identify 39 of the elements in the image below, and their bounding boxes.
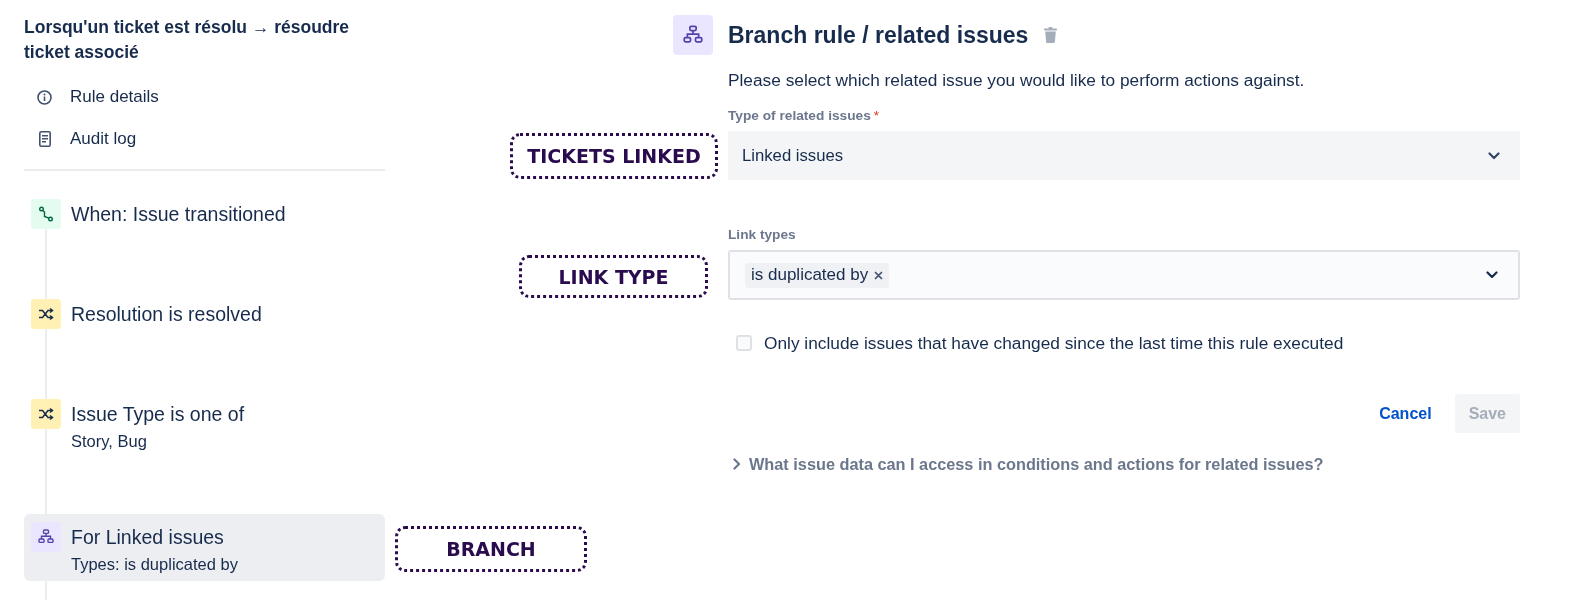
step-title: For Linked issues (71, 525, 225, 550)
remove-icon[interactable] (874, 270, 884, 280)
rule-step[interactable]: When: Issue transitioned (24, 191, 385, 283)
hierarchy-icon (673, 15, 713, 55)
shuffle-icon (31, 399, 61, 429)
checkbox-label: Only include issues that have changed since the last time this rule executed (764, 333, 1344, 353)
sidebar-nav-link[interactable]: Rule details (24, 76, 385, 118)
step-detail: Types: is duplicated by (71, 554, 238, 575)
chevron-down-icon[interactable] (1488, 151, 1500, 160)
step-title: Issue Type is one of (71, 402, 245, 427)
hierarchy-icon (31, 522, 61, 552)
callout-label: LINK TYPE (519, 255, 708, 298)
rule-step[interactable]: Issue Type is one of Story, Bug (24, 391, 385, 506)
step-title: Resolution is resolved (71, 302, 262, 327)
rule-step[interactable]: Resolution is resolved (24, 291, 385, 383)
document-icon (38, 131, 51, 147)
required-marker: * (873, 107, 880, 125)
description-text: Please select which related issue you would like to perform actions against. (728, 70, 1306, 90)
selected-tag[interactable]: is duplicated by (745, 262, 890, 288)
disclosure-toggle[interactable]: What issue data can I access in conditions and actions for related issues? (728, 454, 1324, 474)
rule-step[interactable]: For Linked issues Types: is duplicated by (24, 514, 385, 581)
field-label: Type of related issues (728, 107, 871, 125)
route-icon (31, 199, 61, 229)
sidebar-nav-link[interactable]: Audit log (24, 118, 385, 160)
chevron-down-icon[interactable] (1486, 271, 1498, 279)
multi-select-field[interactable]: is duplicated by (728, 250, 1520, 300)
chevron-right-icon[interactable] (733, 458, 741, 470)
shuffle-icon (31, 299, 61, 329)
callout-label: TICKETS LINKED (510, 133, 718, 179)
step-title: When: Issue transitioned (71, 202, 286, 227)
info-icon (37, 89, 52, 105)
cancel-button[interactable]: Cancel (1367, 394, 1444, 433)
select-field[interactable]: Linked issues (728, 131, 1520, 180)
field-label: Link types (728, 226, 796, 244)
step-detail: Story, Bug (71, 431, 148, 452)
checkbox[interactable] (736, 335, 752, 351)
callout-label: BRANCH (395, 526, 587, 572)
panel-title: Branch rule / related issues (728, 21, 1029, 50)
rule-title: Lorsqu'un ticket est résolu → résoudre ticket associé (24, 16, 351, 64)
